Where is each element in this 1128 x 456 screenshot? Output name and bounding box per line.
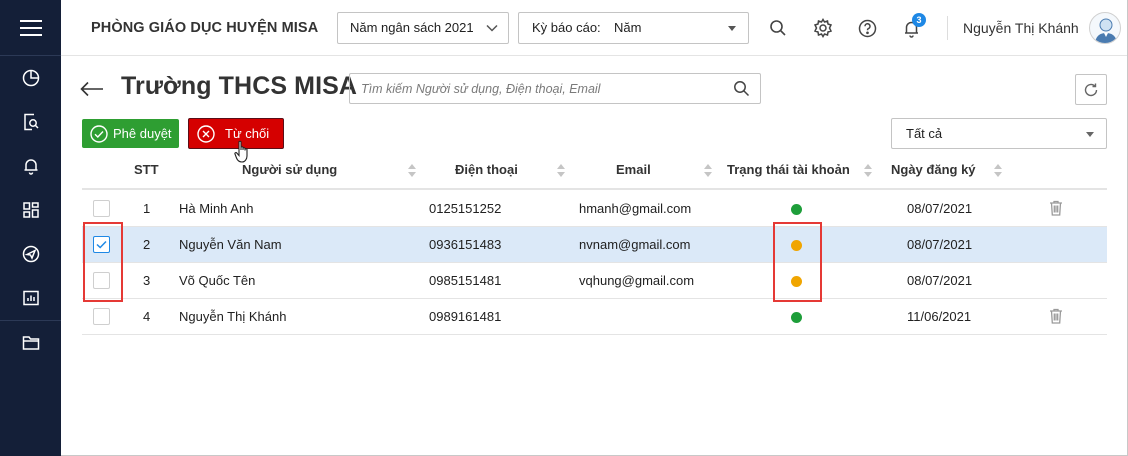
status-filter-value: Tất cả xyxy=(906,126,943,141)
budget-year-select[interactable]: Năm ngân sách 2021 xyxy=(337,12,509,44)
table-header: STT Người sử dụng Điện thoại Email Trạng… xyxy=(82,152,1107,190)
status-active-dot xyxy=(791,204,802,215)
close-circle-icon xyxy=(197,124,215,143)
pie-chart-icon[interactable] xyxy=(0,56,61,100)
row-date: 08/07/2021 xyxy=(907,201,973,216)
gear-icon[interactable] xyxy=(809,14,837,42)
sidebar xyxy=(0,0,61,456)
row-stt: 3 xyxy=(143,273,151,288)
approve-label: Phê duyệt xyxy=(113,126,172,141)
row-phone: 0989161481 xyxy=(429,309,502,324)
menu-icon[interactable] xyxy=(0,0,61,56)
dashboard-grid-icon[interactable] xyxy=(0,188,61,232)
report-period-value: Năm xyxy=(614,20,642,35)
highlight-box-status xyxy=(773,222,822,302)
column-header-status[interactable]: Trạng thái tài khoản xyxy=(727,152,850,188)
row-stt: 4 xyxy=(143,309,151,324)
column-header-email[interactable]: Email xyxy=(616,152,651,188)
row-email: vqhung@gmail.com xyxy=(579,273,695,288)
back-arrow-icon[interactable] xyxy=(79,76,105,102)
user-name[interactable]: Nguyễn Thị Khánh xyxy=(963,0,1079,56)
row-user: Nguyễn Thị Khánh xyxy=(179,309,287,324)
dropdown-arrow-icon xyxy=(728,26,736,31)
column-header-user[interactable]: Người sử dụng xyxy=(242,152,337,188)
avatar[interactable] xyxy=(1089,12,1121,44)
table-row[interactable]: 3 Võ Quốc Tên 0985151481 vqhung@gmail.co… xyxy=(82,263,1107,299)
search-input[interactable] xyxy=(350,74,720,103)
search-icon[interactable] xyxy=(764,14,792,42)
row-stt: 2 xyxy=(143,237,151,252)
trash-icon[interactable] xyxy=(1049,308,1063,324)
row-phone: 0985151481 xyxy=(429,273,502,288)
sort-icon[interactable] xyxy=(994,164,1002,178)
row-checkbox[interactable] xyxy=(93,308,110,325)
header-divider xyxy=(947,16,948,40)
row-date: 08/07/2021 xyxy=(907,237,973,252)
row-email: nvnam@gmail.com xyxy=(579,237,691,252)
page-title: Trường THCS MISA xyxy=(121,72,358,100)
sort-icon[interactable] xyxy=(408,164,416,178)
document-search-icon[interactable] xyxy=(0,100,61,144)
folder-icon[interactable] xyxy=(0,321,61,365)
org-title: PHÒNG GIÁO DỤC HUYỆN MISA xyxy=(91,20,319,36)
status-filter-select[interactable]: Tất cả xyxy=(891,118,1107,149)
report-period-select[interactable]: Kỳ báo cáo: Năm xyxy=(518,12,749,44)
search-field[interactable] xyxy=(349,73,761,104)
row-stt: 1 xyxy=(143,201,151,216)
row-date: 08/07/2021 xyxy=(907,273,973,288)
reject-label: Từ chối xyxy=(225,126,270,141)
budget-year-value: Năm ngân sách 2021 xyxy=(350,20,474,35)
report-chart-icon[interactable] xyxy=(0,276,61,320)
send-icon[interactable] xyxy=(0,232,61,276)
search-icon[interactable] xyxy=(733,80,750,97)
trash-icon[interactable] xyxy=(1049,200,1063,216)
column-header-phone[interactable]: Điện thoại xyxy=(455,152,518,188)
row-user: Võ Quốc Tên xyxy=(179,273,256,288)
row-checkbox[interactable] xyxy=(93,200,110,217)
bell-icon[interactable] xyxy=(0,144,61,188)
notification-badge: 3 xyxy=(912,13,926,27)
refresh-icon xyxy=(1084,83,1098,96)
row-user: Nguyễn Văn Nam xyxy=(179,237,282,252)
column-header-stt[interactable]: STT xyxy=(134,152,159,188)
approve-button[interactable]: Phê duyệt xyxy=(82,119,179,148)
help-icon[interactable] xyxy=(853,14,881,42)
row-phone: 0936151483 xyxy=(429,237,502,252)
report-period-label: Kỳ báo cáo: xyxy=(532,20,601,35)
table-row[interactable]: 2 Nguyễn Văn Nam 0936151483 nvnam@gmail.… xyxy=(82,227,1107,263)
row-phone: 0125151252 xyxy=(429,201,502,216)
check-circle-icon xyxy=(90,124,108,143)
highlight-box-checkboxes xyxy=(83,222,123,302)
sort-icon[interactable] xyxy=(864,164,872,178)
notification-bell-icon[interactable]: 3 xyxy=(897,13,926,42)
dropdown-arrow-icon xyxy=(1086,132,1094,137)
table-row[interactable]: 4 Nguyễn Thị Khánh 0989161481 11/06/2021 xyxy=(82,299,1107,335)
row-email: hmanh@gmail.com xyxy=(579,201,692,216)
top-bar: PHÒNG GIÁO DỤC HUYỆN MISA Năm ngân sách … xyxy=(61,0,1127,56)
row-user: Hà Minh Anh xyxy=(179,201,254,216)
chevron-down-icon xyxy=(486,24,498,32)
sort-icon[interactable] xyxy=(704,164,712,178)
row-date: 11/06/2021 xyxy=(907,309,972,324)
refresh-button[interactable] xyxy=(1075,74,1107,105)
table-row[interactable]: 1 Hà Minh Anh 0125151252 hmanh@gmail.com… xyxy=(82,191,1107,227)
sort-icon[interactable] xyxy=(557,164,565,178)
column-header-date[interactable]: Ngày đăng ký xyxy=(891,152,976,188)
status-active-dot xyxy=(791,312,802,323)
